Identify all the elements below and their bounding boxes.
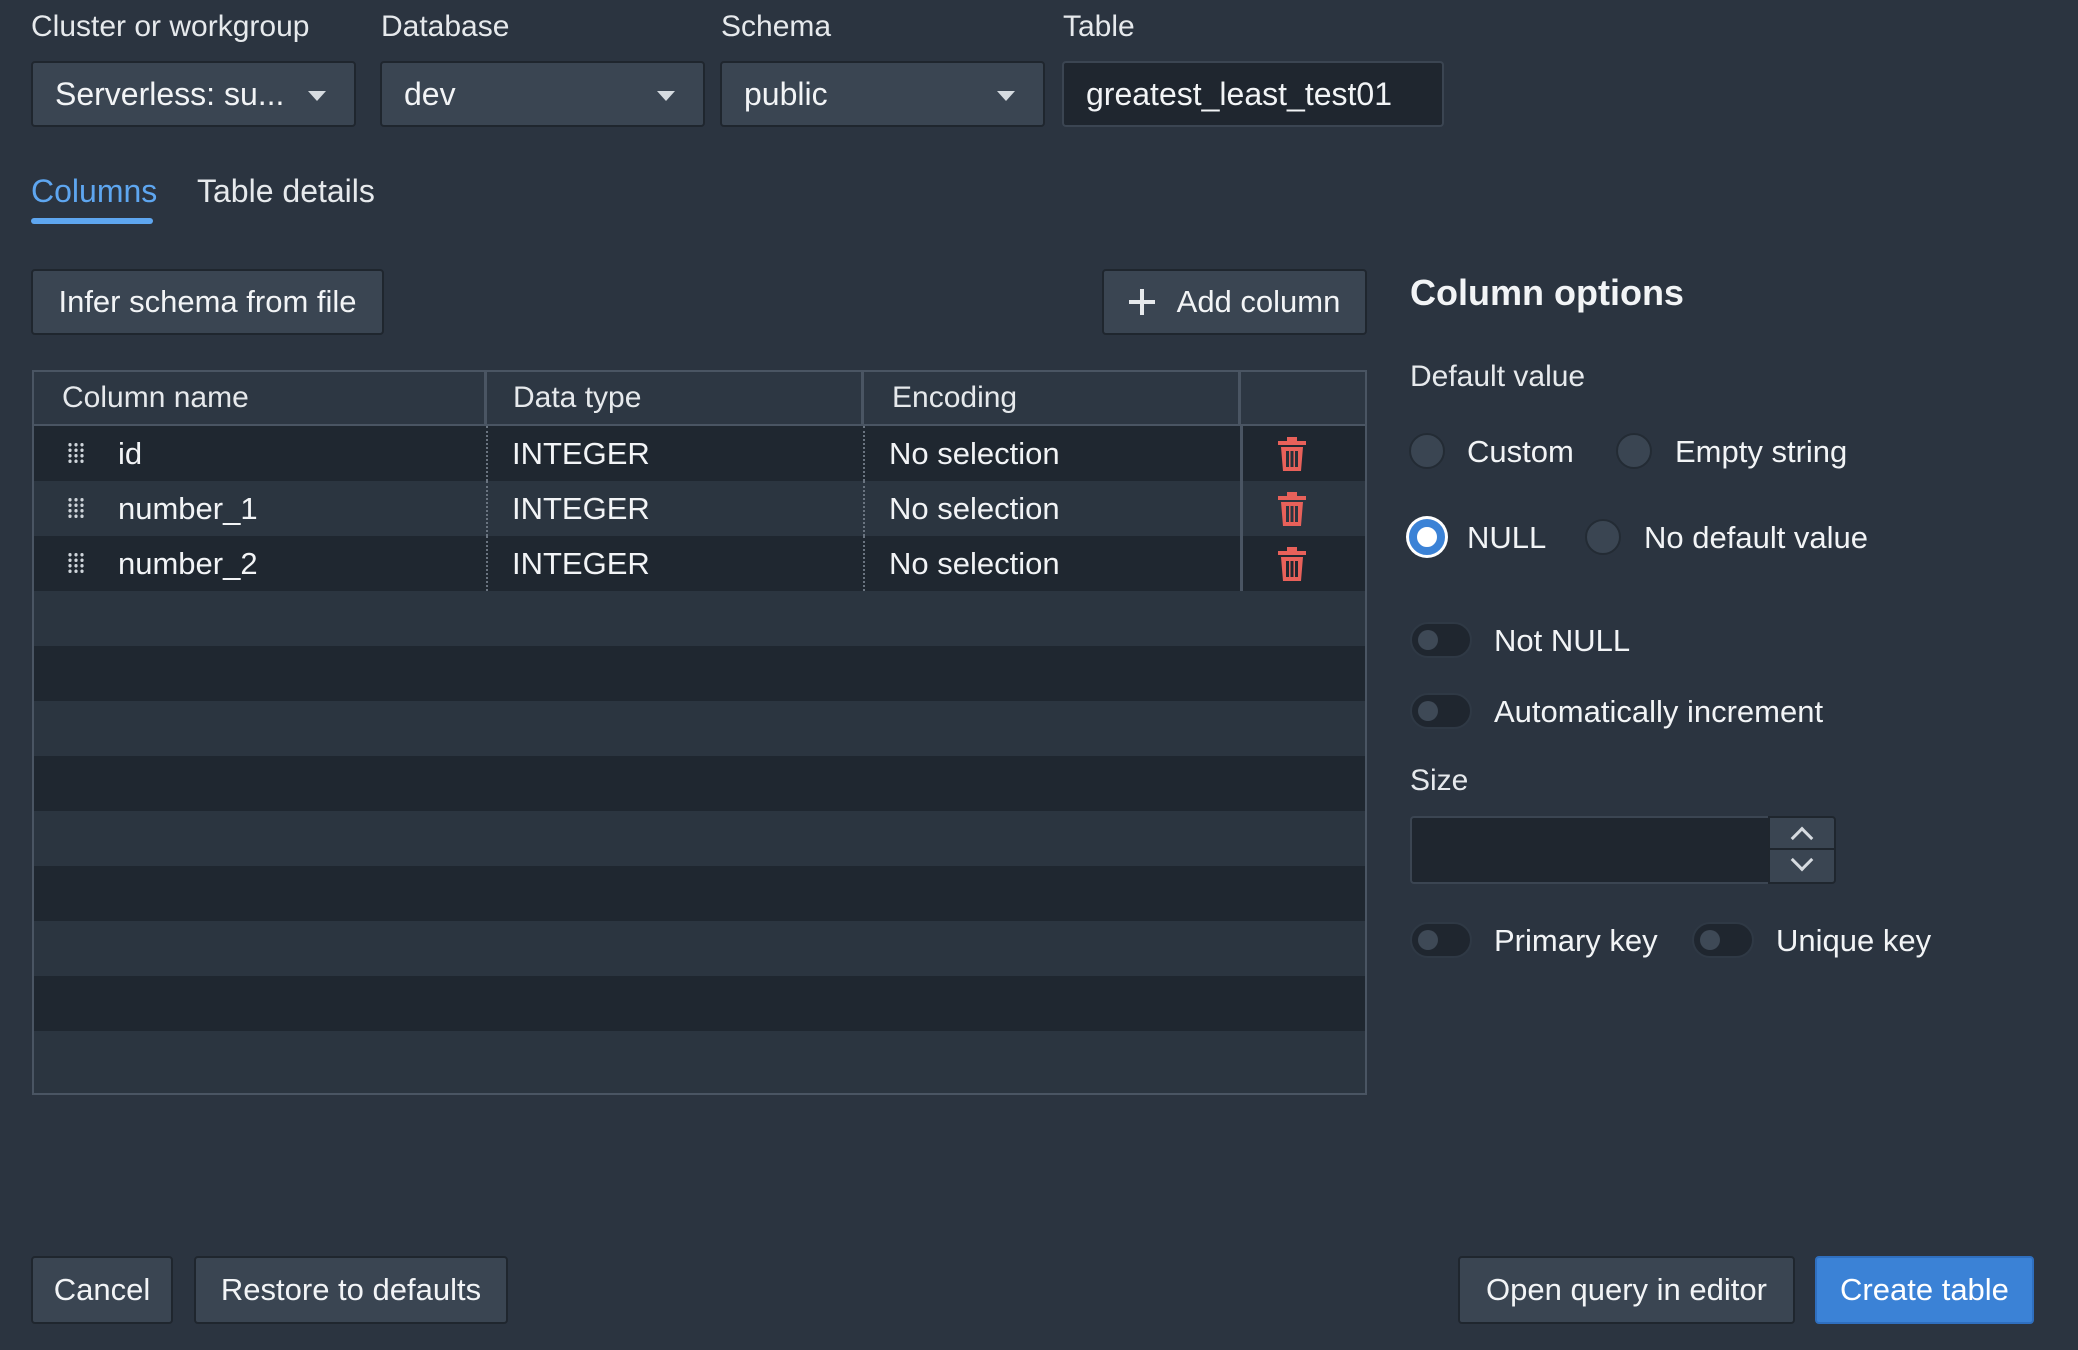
schema-select[interactable]: public (720, 61, 1045, 127)
cell-data-type[interactable]: INTEGER (512, 481, 650, 536)
default-value-label: Default value (1410, 360, 1586, 393)
cancel-button[interactable]: Cancel (31, 1256, 173, 1324)
empty-row (34, 1031, 1365, 1093)
restore-defaults-button[interactable]: Restore to defaults (194, 1256, 508, 1324)
trash-icon[interactable] (1277, 436, 1307, 472)
radio-custom[interactable] (1409, 433, 1445, 469)
cell-encoding[interactable]: No selection (889, 481, 1060, 536)
trash-icon[interactable] (1277, 491, 1307, 527)
tab-table-details[interactable]: Table details (197, 173, 375, 210)
chevron-up-icon (1790, 826, 1814, 850)
auto-increment-toggle[interactable] (1410, 693, 1472, 729)
cell-column-name[interactable]: id (118, 426, 142, 481)
auto-increment-label: Automatically increment (1494, 694, 1824, 729)
size-stepper[interactable] (1768, 816, 1836, 884)
radio-null[interactable] (1409, 519, 1445, 555)
caret-down-icon (997, 91, 1015, 101)
plus-icon (1128, 289, 1155, 315)
schema-label: Schema (721, 10, 832, 43)
tab-columns[interactable]: Columns (31, 173, 157, 210)
empty-row (34, 756, 1365, 811)
cell-column-name[interactable]: number_2 (118, 536, 258, 591)
caret-down-icon (657, 91, 675, 101)
empty-row (34, 591, 1365, 646)
table-label: Table (1063, 10, 1135, 43)
header-encoding: Encoding (864, 372, 1241, 424)
table-row[interactable]: id INTEGER No selection (34, 426, 1365, 481)
add-column-button[interactable]: Add column (1102, 269, 1367, 335)
empty-row (34, 701, 1365, 756)
schema-select-value: public (744, 75, 828, 112)
create-table-button[interactable]: Create table (1815, 1256, 2034, 1324)
database-label: Database (381, 10, 510, 43)
add-column-label: Add column (1176, 284, 1341, 319)
cell-data-type[interactable]: INTEGER (512, 426, 650, 481)
cell-encoding[interactable]: No selection (889, 536, 1060, 591)
radio-custom-label: Custom (1467, 434, 1574, 469)
cluster-label: Cluster or workgroup (31, 10, 310, 43)
empty-row (34, 811, 1365, 866)
chevron-down-icon (1790, 848, 1814, 872)
database-select[interactable]: dev (380, 61, 705, 127)
header-column-name: Column name (34, 372, 487, 424)
table-header: Column name Data type Encoding (34, 372, 1365, 426)
empty-row (34, 646, 1365, 701)
stepper-down-button[interactable] (1770, 848, 1834, 882)
not-null-label: Not NULL (1494, 623, 1631, 658)
unique-key-label: Unique key (1776, 923, 1932, 958)
columns-table: Column name Data type Encoding id INTEGE… (32, 370, 1367, 1095)
radio-no-default[interactable] (1585, 519, 1621, 555)
trash-icon[interactable] (1277, 546, 1307, 582)
primary-key-label: Primary key (1494, 923, 1658, 958)
column-options-title: Column options (1410, 272, 1684, 313)
radio-empty-string-label: Empty string (1675, 434, 1848, 469)
drag-handle-icon[interactable] (67, 497, 85, 519)
cell-column-name[interactable]: number_1 (118, 481, 258, 536)
drag-handle-icon[interactable] (67, 552, 85, 574)
empty-row (34, 976, 1365, 1031)
table-name-input[interactable]: greatest_least_test01 (1062, 61, 1444, 127)
empty-row (34, 921, 1365, 976)
radio-empty-string[interactable] (1616, 433, 1652, 469)
cell-encoding[interactable]: No selection (889, 426, 1060, 481)
header-actions (1241, 372, 1365, 424)
infer-schema-button[interactable]: Infer schema from file (31, 269, 384, 335)
stepper-up-button[interactable] (1770, 818, 1834, 850)
cell-data-type[interactable]: INTEGER (512, 536, 650, 591)
radio-null-label: NULL (1467, 520, 1547, 555)
header-data-type: Data type (487, 372, 864, 424)
not-null-toggle[interactable] (1410, 622, 1472, 658)
database-select-value: dev (404, 75, 456, 112)
table-row[interactable]: number_1 INTEGER No selection (34, 481, 1365, 536)
unique-key-toggle[interactable] (1692, 922, 1754, 958)
tab-columns-underline (31, 218, 153, 224)
empty-row (34, 866, 1365, 921)
cluster-select[interactable]: Serverless: su... (31, 61, 356, 127)
caret-down-icon (308, 91, 326, 101)
open-query-button[interactable]: Open query in editor (1458, 1256, 1795, 1324)
drag-handle-icon[interactable] (67, 442, 85, 464)
cluster-select-value: Serverless: su... (55, 75, 285, 112)
primary-key-toggle[interactable] (1410, 922, 1472, 958)
table-row[interactable]: number_2 INTEGER No selection (34, 536, 1365, 591)
table-name-value: greatest_least_test01 (1086, 75, 1392, 112)
radio-no-default-label: No default value (1644, 520, 1869, 555)
size-input[interactable] (1410, 816, 1770, 884)
size-label: Size (1410, 764, 1469, 797)
